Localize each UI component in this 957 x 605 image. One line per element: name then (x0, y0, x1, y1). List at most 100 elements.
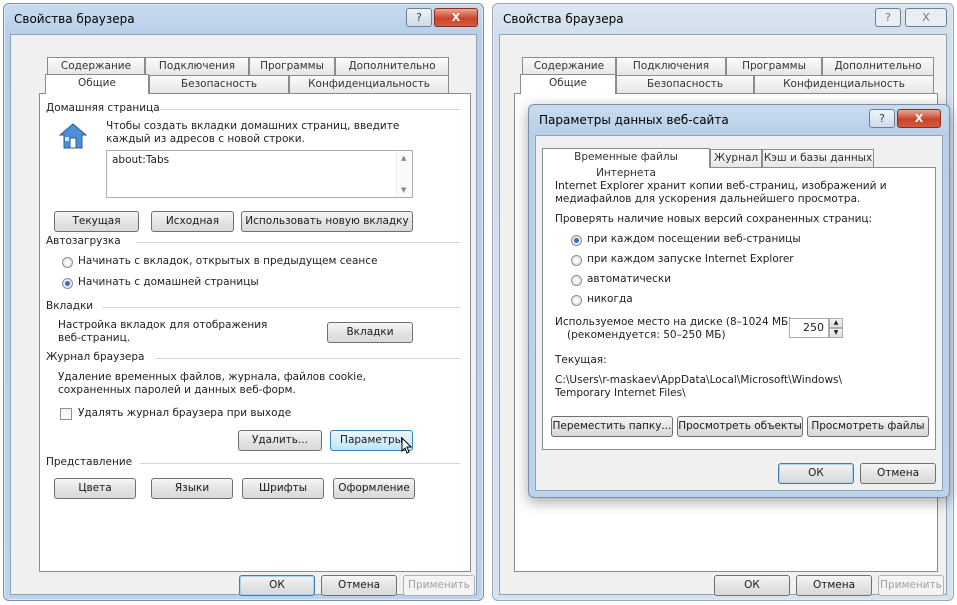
spin-up-icon[interactable]: ▲ (829, 318, 843, 328)
right-window-title: Свойства браузера (503, 12, 624, 26)
tabs-desc-line1: Настройка вкладок для отображения (58, 319, 268, 331)
apply-button[interactable]: Применить (878, 575, 944, 596)
tab-temporary-files[interactable]: Временные файлы Интернета (542, 148, 710, 179)
delete-history-button[interactable]: Удалить... (238, 430, 322, 451)
home-textarea-scrollbar[interactable]: ▲ ▼ (396, 151, 412, 197)
tab-privacy[interactable]: Конфиденциальность (754, 75, 934, 93)
tab-content[interactable]: Содержание (47, 57, 145, 75)
help-button[interactable]: ? (406, 8, 432, 27)
temporary-files-page: Internet Explorer хранит копии веб-стран… (542, 167, 936, 450)
tab-privacy[interactable]: Конфиденциальность (289, 75, 449, 93)
tab-caches-databases[interactable]: Кэш и базы данных (762, 149, 874, 167)
close-button[interactable]: X (434, 8, 478, 27)
colors-button[interactable]: Цвета (54, 478, 136, 499)
left-window-title: Свойства браузера (14, 12, 135, 26)
home-hint-line1: Чтобы создать вкладки домашних страниц, … (106, 120, 400, 132)
automatically-label[interactable]: автоматически (587, 273, 671, 285)
home-page-icon (58, 123, 88, 149)
startup-home-page-radio[interactable] (62, 278, 73, 289)
use-current-button[interactable]: Текущая (54, 211, 139, 232)
cancel-button[interactable]: Отмена (321, 575, 397, 596)
home-page-legend: Домашняя страница (46, 102, 160, 114)
left-titlebar[interactable]: Свойства браузера ? X (4, 4, 483, 34)
tab-general[interactable]: Общие (45, 74, 149, 94)
home-page-value: about:Tabs (112, 154, 170, 166)
move-folder-button[interactable]: Переместить папку... (551, 416, 673, 437)
tab-advanced[interactable]: Дополнительно (335, 57, 449, 75)
divider (136, 242, 460, 243)
disk-space-input[interactable]: 250 (789, 318, 829, 338)
disk-space-label-line1: Используемое место на диске (8–1024 МБ) (555, 316, 793, 328)
general-tab-page: Домашняя страница Чтобы создать вкладки … (39, 93, 471, 572)
current-path-line2: Temporary Internet Files\ (555, 387, 686, 399)
left-client-area: Содержание Подключения Программы Дополни… (10, 34, 477, 596)
history-desc-line2: сохраненных паролей и данных веб-форм. (58, 384, 296, 396)
delete-on-exit-checkbox[interactable] (60, 408, 72, 420)
tab-advanced[interactable]: Дополнительно (822, 57, 934, 75)
tab-general[interactable]: Общие (520, 74, 616, 94)
startup-legend: Автозагрузка (46, 235, 121, 247)
every-visit-radio[interactable] (571, 235, 582, 246)
tabs-settings-button[interactable]: Вкладки (327, 322, 413, 343)
tab-programs[interactable]: Программы (249, 57, 335, 75)
cancel-button[interactable]: Отмена (860, 463, 936, 484)
history-legend: Журнал браузера (46, 351, 145, 363)
spin-down-icon[interactable]: ▼ (829, 328, 843, 338)
view-files-button[interactable]: Просмотреть файлы (807, 416, 929, 437)
divider (156, 358, 460, 359)
tabs-desc-line2: веб-страниц. (58, 332, 131, 344)
fonts-button[interactable]: Шрифты (242, 478, 324, 499)
close-button[interactable]: X (905, 8, 947, 27)
dialog-titlebar[interactable]: Параметры данных веб-сайта ? X (529, 105, 949, 135)
never-radio[interactable] (571, 295, 582, 306)
tab-content[interactable]: Содержание (522, 57, 616, 75)
left-properties-window: Свойства браузера ? X Содержание Подключ… (3, 3, 484, 601)
use-default-button[interactable]: Исходная (151, 211, 234, 232)
check-versions-label: Проверять наличие новых версий сохраненн… (555, 213, 873, 225)
ok-button[interactable]: ОК (714, 575, 790, 596)
dialog-client-area: Временные файлы Интернета Журнал Кэш и б… (535, 135, 943, 491)
every-start-radio[interactable] (571, 255, 582, 266)
startup-previous-session-radio[interactable] (62, 257, 73, 268)
every-visit-label[interactable]: при каждом посещении веб-страницы (587, 233, 801, 245)
tab-history[interactable]: Журнал (710, 149, 762, 167)
divider (160, 109, 460, 110)
startup-home-page-label[interactable]: Начинать с домашней страницы (78, 276, 259, 288)
help-button[interactable]: ? (875, 8, 901, 27)
home-page-textarea[interactable]: about:Tabs ▲ ▼ (106, 150, 413, 198)
appearance-legend: Представление (46, 456, 133, 468)
tab-connections[interactable]: Подключения (616, 57, 726, 75)
right-titlebar[interactable]: Свойства браузера ? X (493, 4, 953, 34)
languages-button[interactable]: Языки (151, 478, 233, 499)
disk-space-label-line2: (рекомендуется: 50–250 МБ) (567, 329, 726, 341)
delete-on-exit-label[interactable]: Удалять журнал браузера при выходе (78, 407, 291, 419)
accessibility-button[interactable]: Оформление (333, 478, 415, 499)
history-desc-line1: Удаление временных файлов, журнала, файл… (58, 371, 367, 383)
mouse-cursor-icon (401, 437, 413, 454)
automatically-radio[interactable] (571, 275, 582, 286)
dialog-title: Параметры данных веб-сайта (539, 113, 729, 127)
never-label[interactable]: никогда (587, 293, 633, 305)
divider (140, 463, 460, 464)
cancel-button[interactable]: Отмена (796, 575, 872, 596)
website-data-settings-dialog: Параметры данных веб-сайта ? X Временные… (528, 104, 950, 498)
tab-connections[interactable]: Подключения (145, 57, 249, 75)
intro-line2: медиафайлов для ускорения дальнейшего пр… (555, 193, 861, 205)
scroll-down-icon[interactable]: ▼ (401, 186, 406, 194)
every-start-label[interactable]: при каждом запуске Internet Explorer (587, 253, 794, 265)
scroll-up-icon[interactable]: ▲ (401, 154, 406, 162)
tab-programs[interactable]: Программы (726, 57, 822, 75)
intro-line1: Internet Explorer хранит копии веб-стран… (555, 180, 887, 192)
divider (102, 307, 460, 308)
close-button[interactable]: X (897, 109, 941, 128)
tab-security[interactable]: Безопасность (149, 75, 289, 93)
help-button[interactable]: ? (869, 109, 895, 128)
current-location-label: Текущая: (555, 354, 607, 366)
ok-button[interactable]: ОК (778, 463, 854, 484)
startup-previous-session-label[interactable]: Начинать с вкладок, открытых в предыдуще… (78, 255, 378, 267)
view-objects-button[interactable]: Просмотреть объекты (677, 416, 803, 437)
ok-button[interactable]: ОК (239, 575, 315, 596)
tab-security[interactable]: Безопасность (616, 75, 754, 93)
use-new-tab-button[interactable]: Использовать новую вкладку (241, 211, 413, 232)
apply-button[interactable]: Применить (403, 575, 475, 596)
